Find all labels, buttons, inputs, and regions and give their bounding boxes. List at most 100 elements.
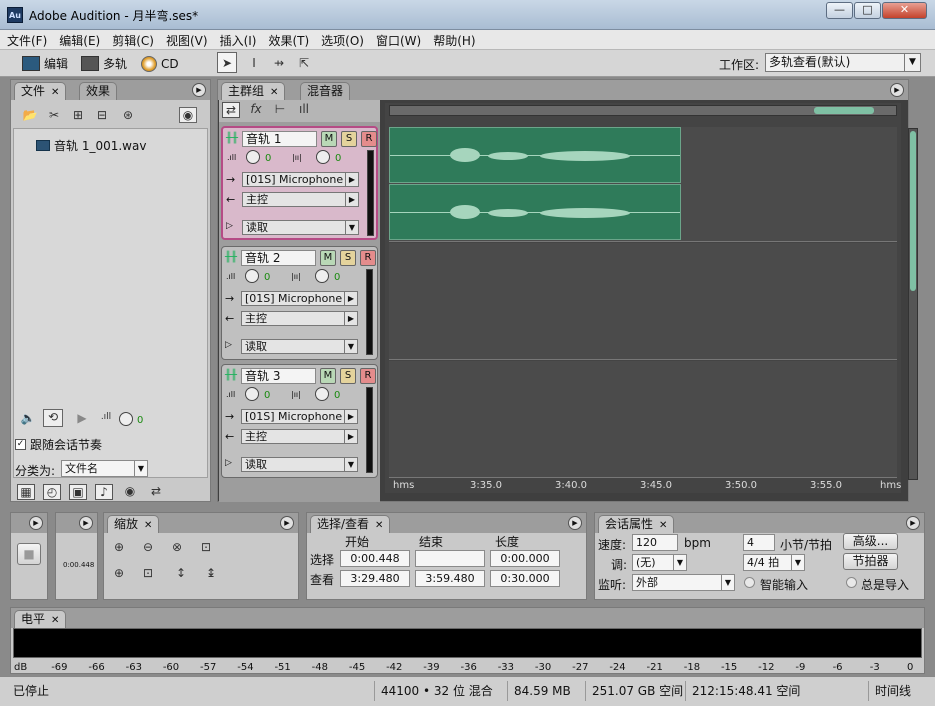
close-icon[interactable]: ✕	[144, 520, 152, 531]
selection-end-field[interactable]	[415, 550, 485, 567]
menu-file[interactable]: 文件(F)	[0, 30, 52, 49]
solo-button[interactable]: S	[341, 131, 357, 147]
zoom-left-edge-icon[interactable]: ⊕	[110, 566, 128, 582]
edit-view-button[interactable]: 编辑	[22, 53, 68, 74]
pan-knob[interactable]	[316, 150, 330, 164]
volume-knob[interactable]	[119, 412, 133, 426]
speaker-icon[interactable]: 🔈	[19, 411, 37, 427]
smart-input-radio[interactable]	[744, 577, 755, 588]
audio-clip-left[interactable]	[389, 127, 681, 183]
maximize-button[interactable]: □	[854, 2, 881, 19]
track-lane-3[interactable]	[389, 361, 897, 478]
zoom-in-vertical-icon[interactable]: ↕	[172, 566, 190, 582]
zoom-right-edge-icon[interactable]: ⊡	[139, 566, 157, 582]
zoom-out-vertical-icon[interactable]: ↨	[202, 566, 220, 582]
menu-edit[interactable]: 编辑(E)	[52, 30, 105, 49]
tab-selection-view[interactable]: 选择/查看 ✕	[310, 515, 391, 533]
panel-menu-icon[interactable]: ▶	[280, 516, 294, 530]
output-select[interactable]: 主控 ▶	[242, 192, 359, 207]
close-icon[interactable]: ✕	[51, 615, 59, 626]
solo-button[interactable]: S	[340, 250, 356, 266]
close-icon[interactable]: ✕	[270, 87, 278, 98]
track-lane-1[interactable]	[389, 127, 897, 242]
workspace-select[interactable]: 多轨查看(默认) ▼	[765, 53, 921, 72]
mute-button[interactable]: M	[320, 250, 336, 266]
scroll-thumb[interactable]	[910, 131, 916, 291]
cd-view-button[interactable]: CD	[141, 53, 179, 74]
move-tool-icon[interactable]: ➤	[217, 52, 237, 73]
tempo-field[interactable]: 120	[632, 534, 678, 551]
filter-audio-icon[interactable]: ▦	[17, 484, 35, 500]
close-icon[interactable]: ✕	[51, 87, 59, 98]
expand-icon[interactable]: ▷	[225, 340, 232, 350]
close-icon[interactable]: ✕	[375, 520, 383, 531]
panel-menu-icon[interactable]: ▶	[29, 516, 43, 530]
menu-insert[interactable]: 插入(I)	[213, 30, 262, 49]
record-button[interactable]: R	[360, 368, 376, 384]
input-select[interactable]: [01S] Microphone ▶	[242, 172, 359, 187]
menu-view[interactable]: 视图(V)	[159, 30, 213, 49]
beats-field[interactable]: 4	[743, 534, 775, 551]
multitrack-view-button[interactable]: 多轨	[81, 53, 127, 74]
tab-files[interactable]: 文件 ✕	[14, 82, 67, 100]
horizontal-zoom-scrollbar[interactable]	[389, 105, 897, 116]
zoom-in-horizontal-icon[interactable]: ⊕	[110, 540, 128, 556]
tab-effects[interactable]: 效果	[79, 82, 118, 100]
mute-button[interactable]: M	[321, 131, 337, 147]
view-end-field[interactable]: 3:59.480	[415, 570, 485, 587]
follow-tempo-checkbox[interactable]: ✓ 跟随会话节奏	[15, 436, 102, 453]
automation-mode-select[interactable]: 读取 ▼	[242, 220, 359, 235]
view-length-field[interactable]: 0:30.000	[490, 570, 560, 587]
track-name-field[interactable]: 音轨 1	[242, 131, 317, 147]
play-icon[interactable]: ▶	[73, 411, 91, 427]
track-header[interactable]: ╫╫ 音轨 2 M S R .ıll 0 |ıı| 0 → [01S] Microphone ▶ ← 主控…	[221, 246, 378, 360]
expand-icon[interactable]: ▷	[225, 458, 232, 468]
menu-clip[interactable]: 剪辑(C)	[105, 30, 159, 49]
edit-file-icon[interactable]: ⇄	[147, 484, 165, 500]
monitor-select[interactable]: 外部 ▼	[632, 574, 735, 591]
close-file-icon[interactable]: ✂	[45, 108, 63, 124]
timeline-area[interactable]: hms 3:35.0 3:40.0 3:45.0 3:50.0 3:55.0 hms	[385, 103, 901, 493]
panel-menu-icon[interactable]: ▶	[192, 83, 206, 97]
selection-length-field[interactable]: 0:00.000	[490, 550, 560, 567]
track-header[interactable]: ╫╫ 音轨 3 M S R .ıll 0 |ıı| 0 → [01S] Microphone ▶ ← 主控…	[221, 364, 378, 478]
panel-menu-icon[interactable]: ▶	[568, 516, 582, 530]
scroll-thumb[interactable]	[814, 107, 874, 114]
filter-midi-icon[interactable]: ♪	[95, 484, 113, 500]
hybrid-tool-icon[interactable]: ⇸	[269, 52, 289, 73]
filter-options-icon[interactable]: ◉	[121, 484, 139, 500]
tab-main-group[interactable]: 主群组 ✕	[221, 82, 286, 100]
output-select[interactable]: 主控 ▶	[241, 311, 358, 326]
menu-window[interactable]: 窗口(W)	[369, 30, 426, 49]
tab-mixer[interactable]: 混音器	[300, 82, 351, 100]
pan-knob[interactable]	[315, 269, 329, 283]
zoom-out-full-icon[interactable]: ⊗	[168, 540, 186, 556]
time-format[interactable]: 时间线	[868, 681, 928, 701]
menu-effects[interactable]: 效果(T)	[261, 30, 314, 49]
tab-zoom[interactable]: 缩放 ✕	[107, 515, 160, 533]
advanced-button[interactable]: 高级...	[843, 533, 898, 550]
minimize-button[interactable]: —	[826, 2, 853, 19]
automation-mode-select[interactable]: 读取 ▼	[241, 339, 358, 354]
io-toggle-icon[interactable]: ⇄	[222, 102, 240, 118]
panel-menu-icon[interactable]: ▶	[890, 83, 904, 97]
track-name-field[interactable]: 音轨 2	[241, 250, 316, 266]
track-header[interactable]: ╫╫ 音轨 1 M S R .ıll 0 |ıı| 0 → [01S] Microphone ▶ ← 主控…	[221, 126, 378, 240]
filter-video-icon[interactable]: ▣	[69, 484, 87, 500]
panel-menu-icon[interactable]: ▶	[906, 516, 920, 530]
zoom-out-horizontal-icon[interactable]: ⊖	[139, 540, 157, 556]
close-button[interactable]: ✕	[882, 2, 927, 19]
expand-icon[interactable]: ▷	[226, 221, 233, 231]
metronome-button[interactable]: 节拍器	[843, 553, 898, 570]
input-select[interactable]: [01S] Microphone ▶	[241, 409, 358, 424]
view-start-field[interactable]: 3:29.480	[340, 570, 410, 587]
sort-select[interactable]: 文件名 ▼	[61, 460, 148, 477]
pan-knob[interactable]	[315, 387, 329, 401]
import-icon[interactable]: 📂	[21, 108, 39, 124]
tab-session-properties[interactable]: 会话属性 ✕	[598, 515, 675, 533]
volume-knob[interactable]	[245, 269, 259, 283]
panel-menu-icon[interactable]: ▶	[79, 516, 93, 530]
autoplay-icon[interactable]: ⊛	[119, 108, 137, 124]
mute-button[interactable]: M	[320, 368, 336, 384]
key-select[interactable]: (无) ▼	[632, 554, 687, 571]
